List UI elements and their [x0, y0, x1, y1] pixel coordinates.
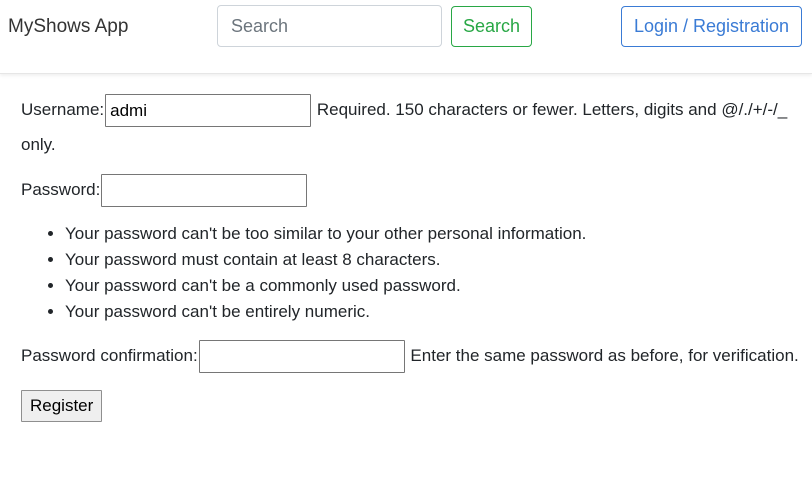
username-row: Username: Required. 150 characters or fe…: [21, 92, 801, 162]
password-rules-list: Your password can't be too similar to yo…: [21, 221, 801, 325]
register-button[interactable]: Register: [21, 390, 103, 423]
password-confirmation-help-text: Enter the same password as before, for v…: [410, 346, 799, 366]
brand-link[interactable]: MyShows App: [8, 16, 128, 38]
password-confirmation-row: Password confirmation: Enter the same pa…: [21, 338, 801, 374]
password-confirmation-input[interactable]: [198, 340, 405, 374]
search-button[interactable]: Search: [451, 6, 532, 47]
password-confirmation-label: Password confirmation:: [21, 346, 198, 366]
password-label: Password:: [21, 180, 101, 200]
username-label: Username:: [21, 100, 105, 119]
login-registration-button[interactable]: Login / Registration: [621, 6, 802, 47]
password-rule: Your password can't be entirely numeric.: [65, 299, 801, 325]
username-input[interactable]: [105, 94, 312, 128]
navbar: MyShows App Search Login / Registration: [0, 0, 812, 74]
password-rule: Your password must contain at least 8 ch…: [65, 247, 801, 273]
password-row: Password:: [21, 172, 801, 208]
password-input[interactable]: [101, 174, 308, 208]
registration-form: Username: Required. 150 characters or fe…: [21, 92, 801, 423]
password-rule: Your password can't be too similar to yo…: [65, 221, 801, 247]
password-rule: Your password can't be a commonly used p…: [65, 273, 801, 299]
search-input[interactable]: [217, 5, 442, 47]
